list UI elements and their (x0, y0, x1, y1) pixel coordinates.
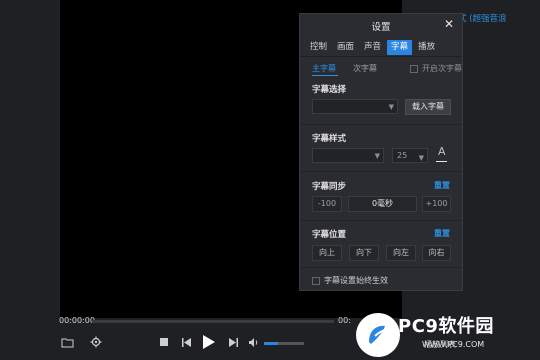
watermark-badge-icon (356, 313, 400, 357)
tab-subtitles[interactable]: 字幕 (387, 40, 413, 55)
sync-offset-input[interactable]: 0毫秒 (348, 196, 417, 212)
stop-icon[interactable] (155, 333, 173, 351)
chevron-down-icon: ▼ (388, 103, 394, 111)
watermark-title: PC9软件园 (398, 316, 494, 337)
section-divider (300, 171, 462, 172)
left-sidebar (0, 0, 60, 360)
load-subtitle-button[interactable]: 载入字幕 (405, 99, 451, 115)
tab-playback[interactable]: 播放 (414, 40, 439, 55)
position-reset-button[interactable]: 重置 (434, 228, 450, 239)
close-icon[interactable]: ✕ (444, 17, 454, 31)
position-up-button[interactable]: 向上 (312, 245, 342, 261)
previous-icon[interactable] (177, 333, 195, 351)
font-color-swatch (436, 161, 447, 162)
section-divider (300, 220, 462, 221)
subtitle-select-label: 字幕选择 (312, 85, 347, 95)
position-left-button[interactable]: 向左 (386, 245, 416, 261)
chevron-down-icon: ▼ (374, 152, 380, 160)
enable-secondary-subtitle-option[interactable]: 开启次字幕 (410, 63, 462, 74)
next-icon[interactable] (224, 333, 242, 351)
subtitle-subtabs: 主字幕 次字幕 开启次字幕 (312, 63, 462, 77)
volume-level (264, 342, 278, 345)
enable-secondary-label: 开启次字幕 (422, 64, 462, 73)
font-size-select[interactable]: 25 ▼ (392, 148, 428, 163)
settings-dialog: 设置 ✕ 控制 画面 声音 字幕 播放 主字幕 次字幕 开启次字幕 字幕选择 ▼… (299, 13, 463, 291)
current-time: 00:00:00 (59, 316, 95, 325)
progress-bar[interactable] (92, 320, 334, 323)
font-family-select[interactable]: ▼ (312, 148, 384, 163)
sync-plus-button[interactable]: +100 (422, 196, 451, 212)
position-right-button[interactable]: 向右 (422, 245, 451, 261)
enable-secondary-checkbox[interactable] (410, 64, 418, 73)
settings-tabs: 控制 画面 声音 字幕 播放 (306, 40, 441, 55)
always-effective-label: 字幕设置始终生效 (324, 276, 388, 285)
tabs-divider (300, 56, 462, 57)
subtitle-style-label: 字幕样式 (312, 134, 347, 144)
sync-reset-button[interactable]: 重置 (434, 180, 450, 191)
play-icon[interactable] (199, 331, 219, 353)
tab-control[interactable]: 控制 (306, 40, 331, 55)
watermark-logo: PC9软件园 WWW.PC9.COM (356, 312, 536, 358)
total-time: 00: (338, 316, 351, 325)
font-color-icon[interactable]: A (438, 145, 446, 158)
dialog-header: 设置 ✕ (300, 14, 462, 36)
tab-sound[interactable]: 声音 (360, 40, 385, 55)
open-folder-icon[interactable] (58, 333, 76, 351)
subtab-primary-subtitle[interactable]: 主字幕 (312, 63, 336, 74)
section-divider (300, 124, 462, 125)
position-down-button[interactable]: 向下 (349, 245, 379, 261)
subtab-secondary-subtitle[interactable]: 次字幕 (353, 63, 377, 74)
playlist-label[interactable]: 插放列表 (424, 339, 456, 350)
always-effective-checkbox[interactable] (312, 276, 320, 285)
always-effective-option[interactable]: 字幕设置始终生效 (312, 275, 388, 286)
subtab-underline (312, 75, 338, 76)
subtitle-sync-label: 字幕同步 (312, 182, 347, 192)
volume-icon[interactable] (245, 333, 263, 351)
subtitle-file-select[interactable]: ▼ (312, 99, 398, 114)
subtitle-position-label: 字幕位置 (312, 230, 347, 240)
audio-mode-link[interactable]: 式 (超强音浪 (458, 12, 507, 24)
video-player-window: 式 (超强音浪 00:00:00 00: PC9软件园 WWW.PC9.COM (0, 0, 540, 360)
tab-picture[interactable]: 画面 (333, 40, 358, 55)
sync-minus-button[interactable]: -100 (312, 196, 342, 212)
font-size-value: 25 (397, 151, 408, 160)
chevron-down-icon: ▼ (418, 154, 424, 162)
dialog-title: 设置 (371, 22, 391, 33)
section-divider (300, 267, 462, 268)
settings-gear-icon[interactable] (87, 333, 105, 351)
